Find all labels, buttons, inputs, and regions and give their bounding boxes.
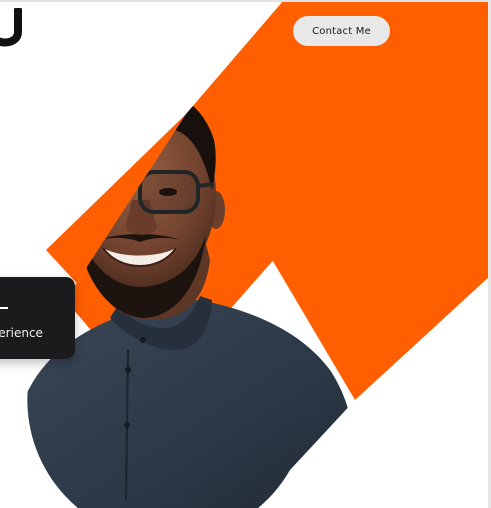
page: Contact Me Experience [0,0,491,508]
experience-underscore [0,307,8,309]
experience-label: Experience [0,326,43,340]
u-logo-icon[interactable] [0,8,22,52]
experience-card: Experience [0,277,75,359]
hero-graphic [27,0,491,508]
top-border [0,0,491,2]
contact-me-button[interactable]: Contact Me [293,16,390,46]
